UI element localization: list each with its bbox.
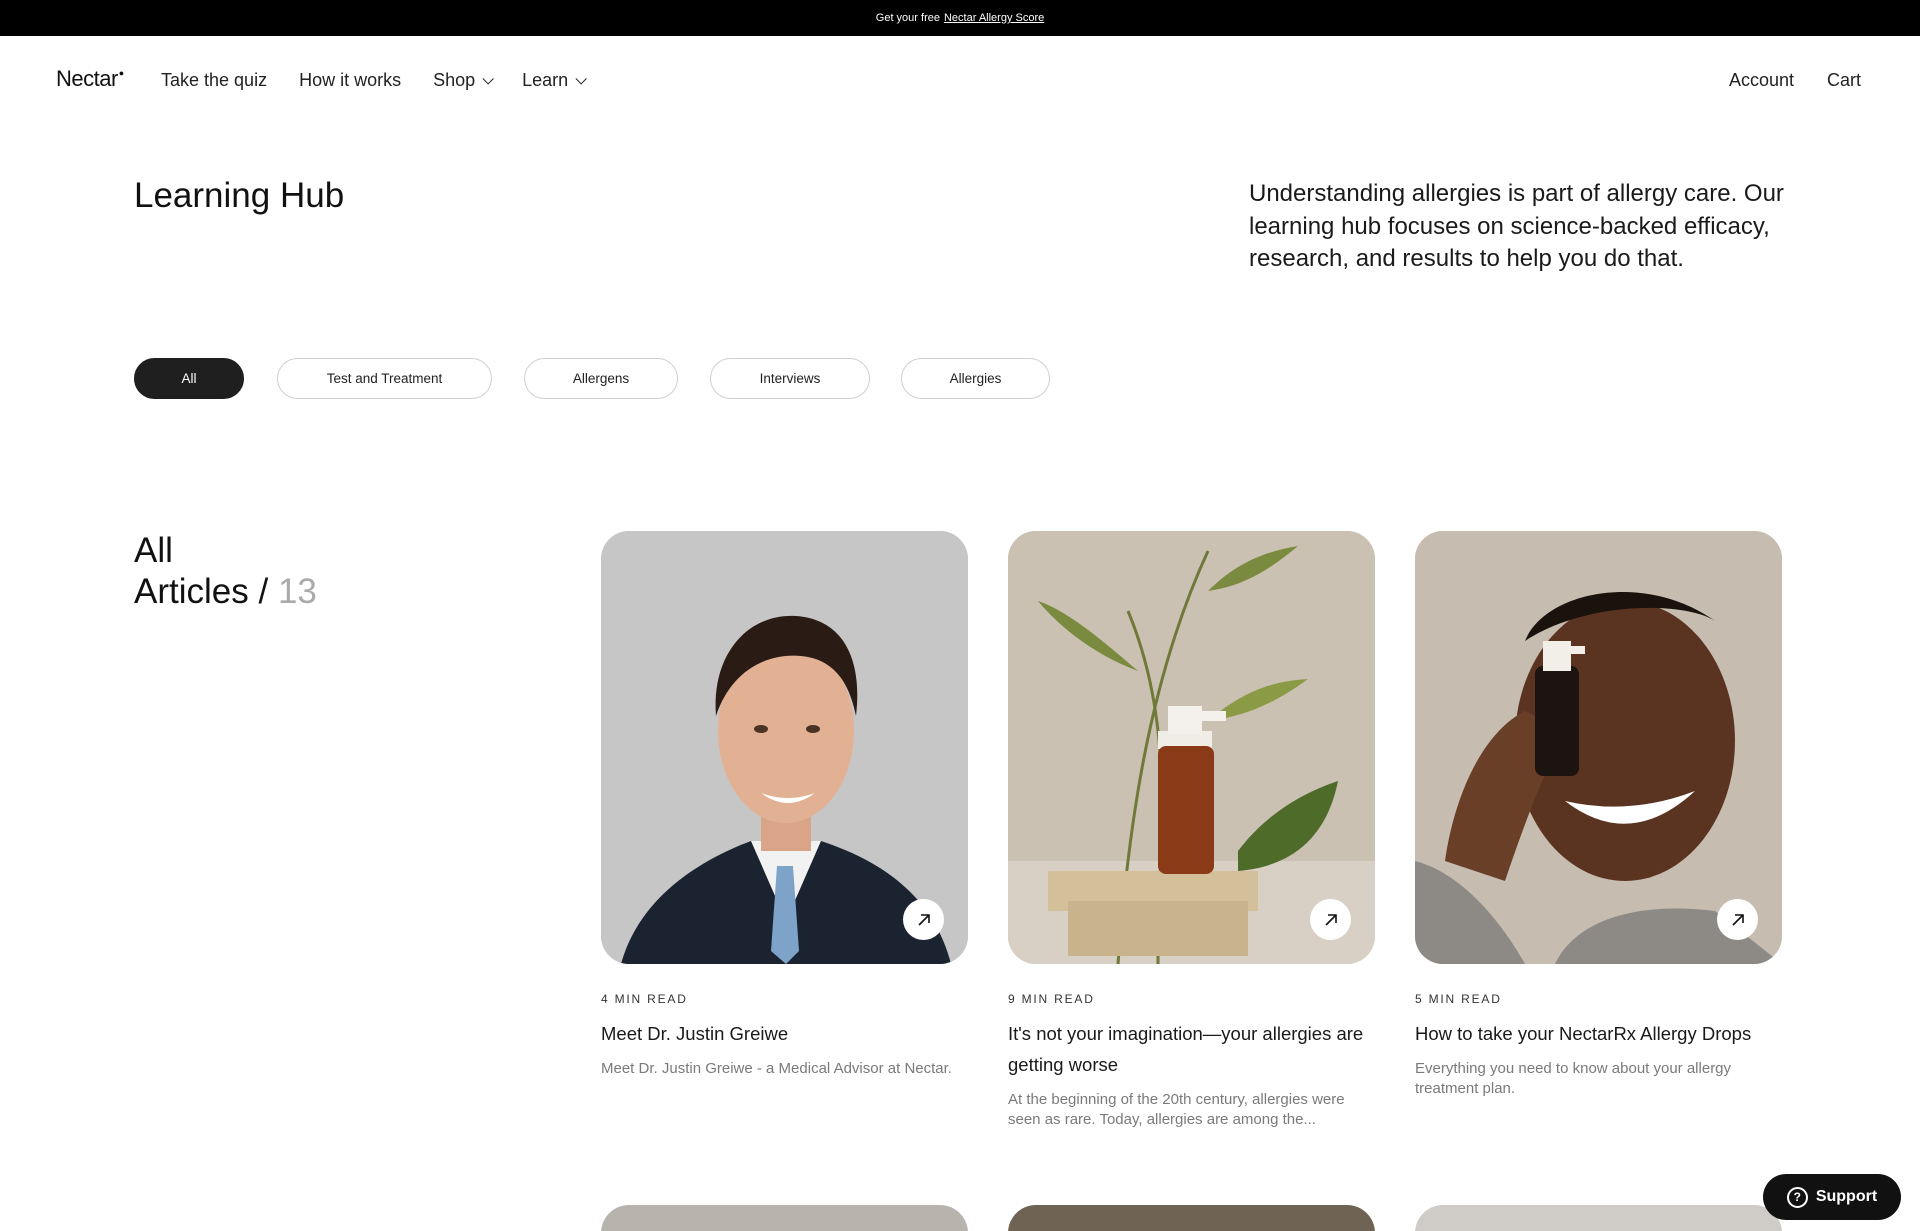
heading-line-1: All xyxy=(134,531,173,570)
article-title[interactable]: It's not your imagination—your allergies… xyxy=(1008,1018,1375,1080)
person-illustration xyxy=(1415,531,1782,964)
drop-icon: ● xyxy=(118,68,124,78)
article-image-person[interactable] xyxy=(1415,531,1782,964)
articles-heading: All Articles / 13 xyxy=(134,530,317,612)
article-card-partial[interactable] xyxy=(1415,1205,1782,1231)
arrow-up-right-icon xyxy=(917,913,930,926)
page-title: Learning Hub xyxy=(134,176,345,215)
read-time: 4 MIN READ xyxy=(601,992,688,1006)
filter-allergens[interactable]: Allergens xyxy=(524,358,678,399)
logo-text: Nectar xyxy=(56,66,118,91)
nav-label: Shop xyxy=(433,70,476,90)
nectar-logo[interactable]: Nectar ● xyxy=(56,66,124,92)
chevron-down-icon xyxy=(575,72,587,85)
article-excerpt: Everything you need to know about your a… xyxy=(1415,1060,1732,1097)
account-link[interactable]: Account xyxy=(1729,70,1794,91)
support-label: Support xyxy=(1815,1188,1878,1205)
open-article-button[interactable] xyxy=(903,899,944,940)
article-card-partial[interactable] xyxy=(1008,1205,1375,1231)
read-time: 5 MIN READ xyxy=(1415,992,1502,1006)
read-time: 9 MIN READ xyxy=(1008,992,1095,1006)
announcement-bar: Get your free Nectar Allergy Score xyxy=(0,0,1920,36)
nav-take-the-quiz[interactable]: Take the quiz xyxy=(161,70,267,91)
nav-learn[interactable]: Learn xyxy=(522,70,587,91)
heading-line-2: Articles / 13 xyxy=(134,571,317,612)
nav-label: Learn xyxy=(522,70,569,90)
filter-allergies[interactable]: Allergies xyxy=(901,358,1050,399)
article-card[interactable]: 5 MIN READ How to take your NectarRx All… xyxy=(1415,531,1782,1099)
header-actions: Account Cart xyxy=(1729,70,1861,91)
allergy-score-link[interactable]: Nectar Allergy Score xyxy=(944,12,1044,24)
open-article-button[interactable] xyxy=(1717,899,1758,940)
article-card[interactable]: 9 MIN READ It's not your imagination—you… xyxy=(1008,531,1375,1130)
article-count: 13 xyxy=(277,572,317,611)
chevron-down-icon xyxy=(482,72,494,85)
article-card-partial[interactable] xyxy=(601,1205,968,1231)
product-illustration xyxy=(1008,531,1375,964)
filter-interviews[interactable]: Interviews xyxy=(710,358,870,399)
open-article-button[interactable] xyxy=(1310,899,1351,940)
heading-articles: Articles / xyxy=(134,572,269,611)
arrow-up-right-icon xyxy=(1731,913,1744,926)
main-nav: Take the quiz How it works Shop Learn xyxy=(161,70,587,91)
portrait-illustration xyxy=(601,531,968,964)
nav-how-it-works[interactable]: How it works xyxy=(299,70,401,91)
article-title[interactable]: How to take your NectarRx Allergy Drops xyxy=(1415,1018,1782,1049)
support-button[interactable]: ? Support xyxy=(1763,1174,1901,1220)
site-header: Nectar ● Take the quiz How it works Shop … xyxy=(0,36,1920,126)
article-title[interactable]: Meet Dr. Justin Greiwe xyxy=(601,1018,968,1049)
article-excerpt: Meet Dr. Justin Greiwe - a Medical Advis… xyxy=(601,1060,952,1077)
nav-label: How it works xyxy=(299,70,402,90)
announcement-text: Get your free xyxy=(875,12,940,24)
nav-label: Take the quiz xyxy=(161,70,268,90)
help-icon: ? xyxy=(1786,1186,1808,1208)
filter-all[interactable]: All xyxy=(134,358,244,399)
article-card[interactable]: 4 MIN READ Meet Dr. Justin Greiwe Meet D… xyxy=(601,531,968,1079)
hub-description: Understanding allergies is part of aller… xyxy=(1249,180,1784,272)
article-image-product[interactable] xyxy=(1008,531,1375,964)
article-image-portrait[interactable] xyxy=(601,531,968,964)
article-excerpt: At the beginning of the 20th century, al… xyxy=(1008,1091,1345,1128)
arrow-up-right-icon xyxy=(1324,913,1337,926)
nav-shop[interactable]: Shop xyxy=(433,70,494,91)
filter-test-and-treatment[interactable]: Test and Treatment xyxy=(277,358,492,399)
cart-link[interactable]: Cart xyxy=(1827,70,1861,91)
